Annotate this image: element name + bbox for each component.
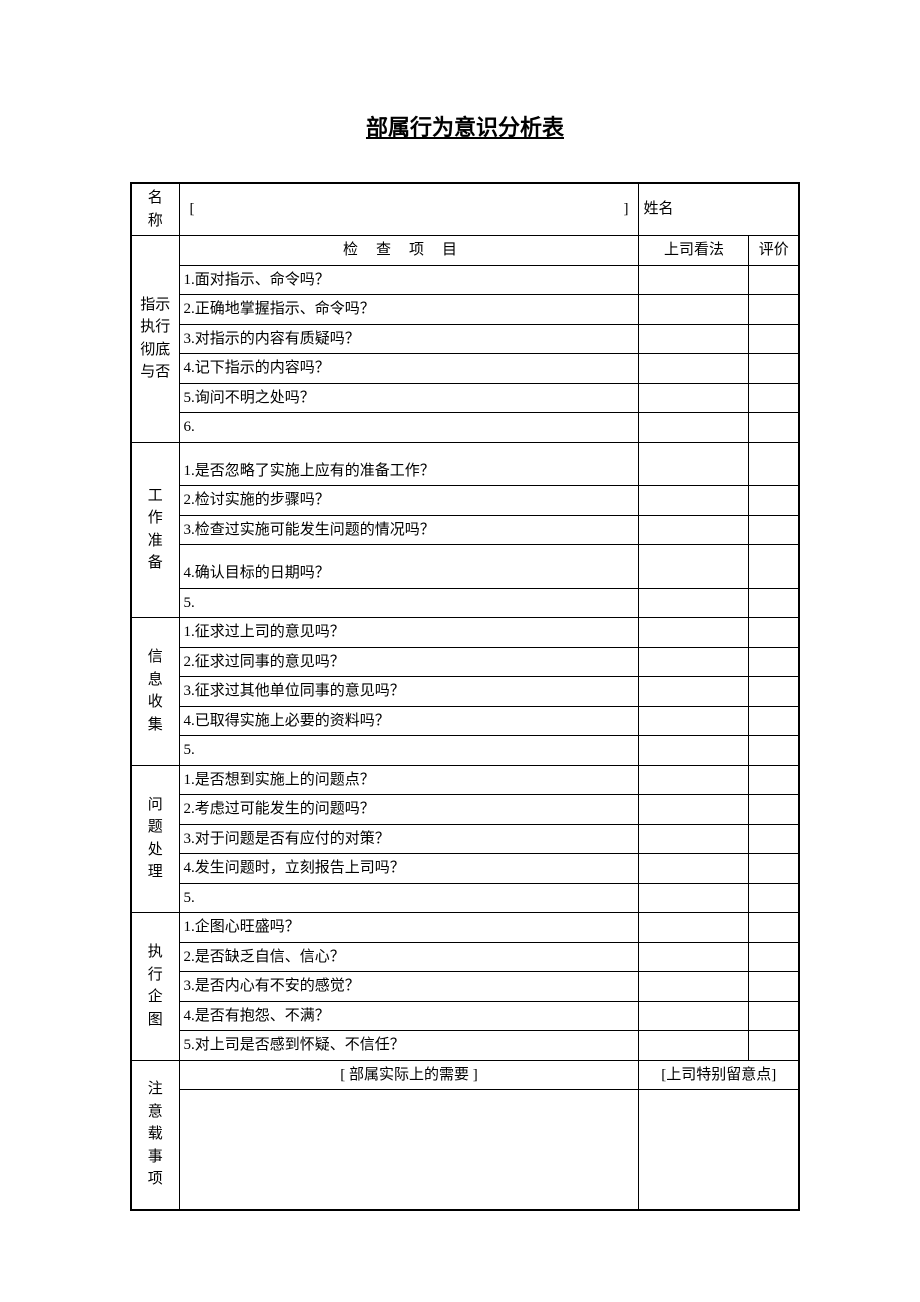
check-item: 2.检讨实施的步骤吗？ [179, 486, 639, 516]
check-item: 4.记下指示的内容吗？ [179, 354, 639, 384]
eval-cell [749, 295, 799, 325]
check-item: 5. [179, 588, 639, 618]
eval-cell [749, 824, 799, 854]
footer-left-body [179, 1090, 639, 1210]
boss-view-cell [639, 413, 749, 443]
boss-view-cell [639, 677, 749, 707]
check-item: 2.考虑过可能发生的问题吗？ [179, 795, 639, 825]
eval-cell [749, 588, 799, 618]
eval-cell [749, 795, 799, 825]
section-label: 指示执行彻底与否 [131, 236, 179, 443]
check-item: 5.询问不明之处吗？ [179, 383, 639, 413]
document-page: 部属行为意识分析表 名称[]姓名指示执行彻底与否检查项目上司看法评价 1.面对指示… [0, 0, 920, 1211]
footer-label: 注意载事项 [131, 1060, 179, 1210]
eval-cell [749, 354, 799, 384]
boss-view-cell [639, 795, 749, 825]
eval-cell [749, 383, 799, 413]
check-item: 1.企图心旺盛吗？ [179, 913, 639, 943]
check-item: 1.是否想到实施上的问题点？ [179, 765, 639, 795]
eval-cell [749, 265, 799, 295]
header-name-label: 名称 [131, 183, 179, 236]
check-item: 2.征求过同事的意见吗？ [179, 647, 639, 677]
check-item: 4.确认目标的日期吗？ [179, 545, 639, 589]
eval-cell [749, 1001, 799, 1031]
eval-cell [749, 515, 799, 545]
section-label: 执行企图 [131, 913, 179, 1061]
check-item: 4.已取得实施上必要的资料吗？ [179, 706, 639, 736]
col-check: 检查项目 [179, 236, 639, 266]
footer-left-header: [ 部属实际上的需要 ] [179, 1060, 639, 1090]
eval-cell [749, 854, 799, 884]
col-boss: 上司看法 [639, 236, 749, 266]
check-item: 3.检查过实施可能发生问题的情况吗？ [179, 515, 639, 545]
boss-view-cell [639, 265, 749, 295]
eval-cell [749, 972, 799, 1002]
boss-view-cell [639, 324, 749, 354]
eval-cell [749, 324, 799, 354]
boss-view-cell [639, 647, 749, 677]
check-item: 2.是否缺乏自信、信心？ [179, 942, 639, 972]
eval-cell [749, 545, 799, 589]
analysis-table: 名称[]姓名指示执行彻底与否检查项目上司看法评价 1.面对指示、命令吗？2.正确地… [130, 182, 800, 1211]
section-label: 信息收集 [131, 618, 179, 766]
boss-view-cell [639, 824, 749, 854]
check-item: 4.发生问题时，立刻报告上司吗？ [179, 854, 639, 884]
section-label: 工作准备 [131, 442, 179, 618]
eval-cell [749, 1031, 799, 1061]
boss-view-cell [639, 942, 749, 972]
eval-cell [749, 413, 799, 443]
boss-view-cell [639, 295, 749, 325]
section-label: 问题处理 [131, 765, 179, 913]
boss-view-cell [639, 913, 749, 943]
boss-view-cell [639, 486, 749, 516]
check-item: 5. [179, 736, 639, 766]
check-item: 4.是否有抱怨、不满？ [179, 1001, 639, 1031]
boss-view-cell [639, 706, 749, 736]
check-item: 6. [179, 413, 639, 443]
boss-view-cell [639, 383, 749, 413]
eval-cell [749, 883, 799, 913]
check-item: 1.面对指示、命令吗？ [179, 265, 639, 295]
check-item: 2.正确地掌握指示、命令吗？ [179, 295, 639, 325]
boss-view-cell [639, 354, 749, 384]
check-item: 3.对于问题是否有应付的对策？ [179, 824, 639, 854]
check-item: 5.对上司是否感到怀疑、不信任？ [179, 1031, 639, 1061]
boss-view-cell [639, 1031, 749, 1061]
page-title: 部属行为意识分析表 [130, 110, 800, 142]
check-item: 5. [179, 883, 639, 913]
boss-view-cell [639, 1001, 749, 1031]
boss-view-cell [639, 736, 749, 766]
eval-cell [749, 442, 799, 486]
check-item: 3.征求过其他单位同事的意见吗？ [179, 677, 639, 707]
eval-cell [749, 736, 799, 766]
boss-view-cell [639, 618, 749, 648]
eval-cell [749, 486, 799, 516]
boss-view-cell [639, 515, 749, 545]
boss-view-cell [639, 765, 749, 795]
boss-view-cell [639, 442, 749, 486]
footer-right-body [639, 1090, 799, 1210]
eval-cell [749, 765, 799, 795]
eval-cell [749, 677, 799, 707]
boss-view-cell [639, 883, 749, 913]
col-eval: 评价 [749, 236, 799, 266]
eval-cell [749, 647, 799, 677]
boss-view-cell [639, 854, 749, 884]
boss-view-cell [639, 972, 749, 1002]
check-item: 1.征求过上司的意见吗？ [179, 618, 639, 648]
header-person-label: 姓名 [639, 183, 799, 236]
footer-right-header: [上司特别留意点] [639, 1060, 799, 1090]
boss-view-cell [639, 545, 749, 589]
eval-cell [749, 913, 799, 943]
eval-cell [749, 706, 799, 736]
check-item: 3.是否内心有不安的感觉？ [179, 972, 639, 1002]
boss-view-cell [639, 588, 749, 618]
header-name-value: [] [179, 183, 639, 236]
eval-cell [749, 942, 799, 972]
check-item: 1.是否忽略了实施上应有的准备工作？ [179, 442, 639, 486]
check-item: 3.对指示的内容有质疑吗？ [179, 324, 639, 354]
eval-cell [749, 618, 799, 648]
